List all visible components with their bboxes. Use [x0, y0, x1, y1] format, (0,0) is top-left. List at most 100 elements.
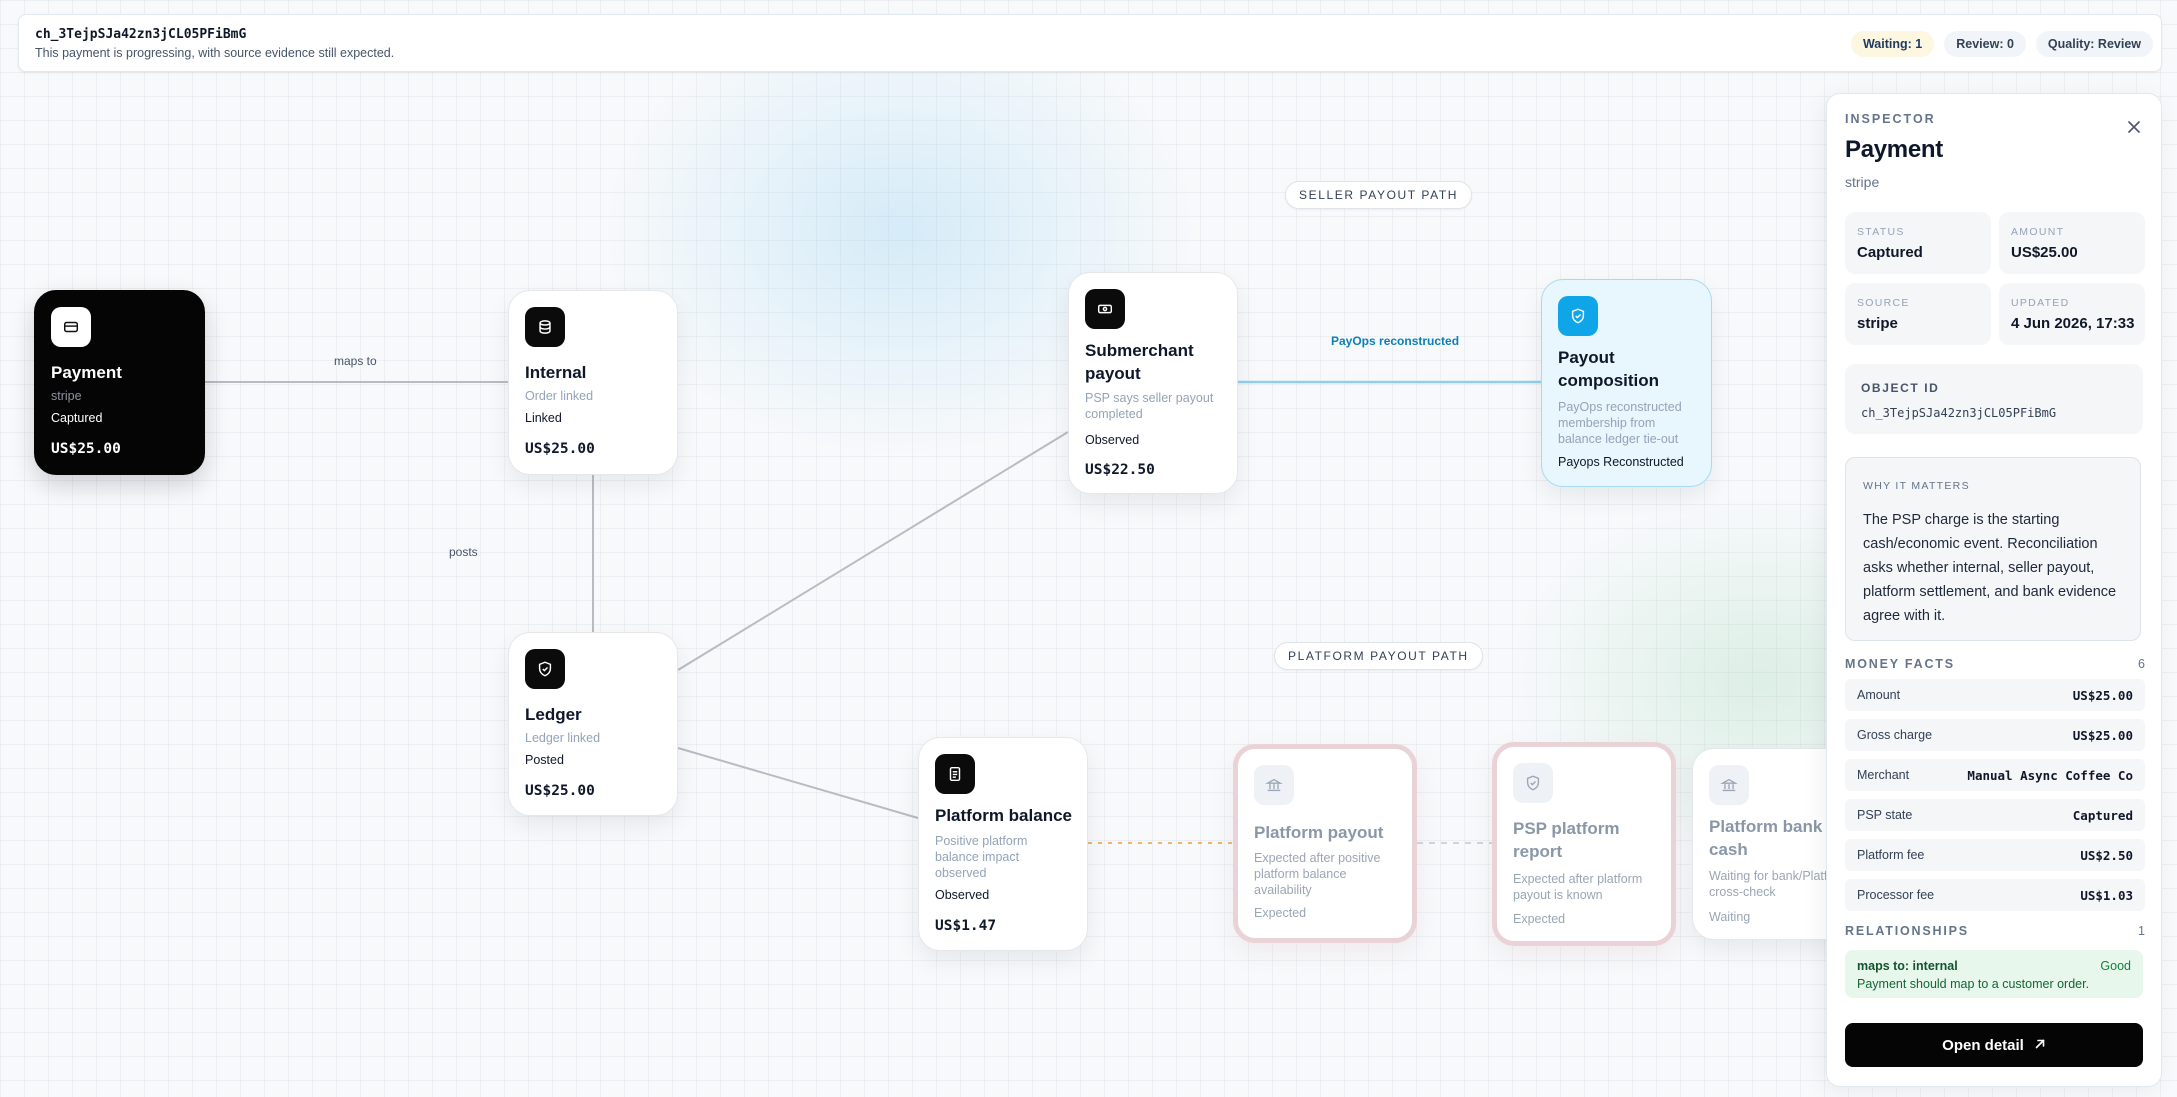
object-id-card: OBJECT ID ch_3TejpSJa42zn3jCL05PFiBmG — [1845, 364, 2143, 434]
node-title: Ledger — [525, 705, 582, 724]
node-subtitle: PayOps reconstructed membership from balan… — [1558, 400, 1682, 446]
close-icon[interactable] — [2123, 116, 2145, 138]
node-amount: US$22.50 — [1085, 462, 1155, 478]
shield-icon — [525, 649, 565, 689]
node-payout-composition[interactable]: Payout composition PayOps reconstructed me… — [1541, 279, 1712, 487]
shield-icon — [1513, 763, 1553, 803]
bank-icon — [1254, 765, 1294, 805]
node-subtitle: stripe — [51, 389, 82, 403]
node-title: Platform balance — [935, 806, 1072, 825]
money-row: Amount US$25.00 — [1845, 679, 2145, 711]
node-subtitle: Order linked — [525, 389, 594, 403]
node-subtitle: Expected after platform payout is known — [1513, 872, 1643, 902]
node-status: Observed — [1085, 433, 1140, 447]
payment-id: ch_3TejpSJa42zn3jCL05PFiBmG — [35, 27, 247, 42]
why-label: WHY IT MATTERS — [1863, 480, 1970, 492]
document-icon — [935, 754, 975, 794]
relationship-description: Payment should map to a customer order. — [1857, 977, 2090, 991]
edge-label-maps-to: maps to — [334, 354, 377, 368]
node-internal[interactable]: Internal Order linked Linked US$25.00 — [508, 290, 678, 475]
node-status: Linked — [525, 411, 562, 425]
money-row: Platform fee US$2.50 — [1845, 839, 2145, 871]
node-psp-platform-report[interactable]: PSP platform report Expected after platfo… — [1492, 742, 1676, 946]
relationship-status: Good — [2100, 959, 2131, 973]
why-it-matters-card: WHY IT MATTERS The PSP charge is the sta… — [1845, 457, 2141, 641]
node-status: Waiting — [1709, 910, 1751, 924]
node-submerchant-payout[interactable]: Submerchant payout PSP says seller payout… — [1068, 272, 1238, 494]
node-subtitle: Ledger linked — [525, 731, 601, 745]
node-title: Internal — [525, 363, 587, 382]
open-detail-button[interactable]: Open detail — [1845, 1023, 2143, 1067]
section-label: MONEY FACTS — [1845, 657, 1955, 671]
node-status: Observed — [935, 888, 990, 902]
edge-ledger-balance — [677, 747, 919, 819]
quality-badge[interactable]: Quality: Review — [2035, 31, 2153, 57]
money-label: Processor fee — [1857, 888, 1935, 902]
section-count: 6 — [2138, 657, 2145, 671]
summary-bar: ch_3TejpSJa42zn3jCL05PFiBmG This payment… — [18, 14, 2162, 72]
fact-updated: UPDATED 4 Jun 2026, 17:33 — [1999, 283, 2145, 345]
status-pills: Waiting: 1 Review: 0 Quality: Review — [1850, 31, 2153, 57]
node-platform-payout[interactable]: Platform payout Expected after positive p… — [1233, 744, 1417, 943]
money-label: Merchant — [1857, 768, 1910, 782]
fact-value: 4 Jun 2026, 17:33 — [2011, 315, 2135, 332]
fact-label: STATUS — [1857, 226, 1905, 238]
section-count: 1 — [2138, 924, 2145, 938]
edge-label-payops: PayOps reconstructed — [1331, 334, 1460, 348]
money-value: US$1.03 — [2080, 888, 2133, 903]
card-icon — [51, 307, 91, 347]
section-seller-payout-path: SELLER PAYOUT PATH — [1285, 181, 1473, 209]
object-id-value[interactable]: ch_3TejpSJa42zn3jCL05PFiBmG — [1861, 406, 2056, 420]
money-label: Amount — [1857, 688, 1901, 702]
node-subtitle: Positive platform balance impact observed — [935, 834, 1028, 880]
node-status: Payops Reconstructed — [1558, 455, 1684, 469]
money-row: PSP state Captured — [1845, 799, 2145, 831]
node-platform-balance[interactable]: Platform balance Positive platform balanc… — [918, 737, 1088, 951]
node-status: Expected — [1254, 906, 1307, 920]
fact-source: SOURCE stripe — [1845, 283, 1991, 345]
node-status: Expected — [1513, 912, 1566, 926]
waiting-badge[interactable]: Waiting: 1 — [1850, 31, 1935, 57]
node-amount: US$25.00 — [51, 441, 121, 457]
node-subtitle: Expected after positive platform balance a… — [1254, 851, 1381, 897]
money-value: Captured — [2072, 808, 2133, 823]
fact-label: SOURCE — [1857, 297, 1910, 309]
node-title: Platform bank cash — [1709, 817, 1823, 859]
section-platform-payout-path: PLATFORM PAYOUT PATH — [1274, 642, 1483, 670]
relationship-item[interactable]: maps to: internal Good Payment should ma… — [1845, 950, 2143, 998]
review-badge[interactable]: Review: 0 — [1944, 31, 2026, 57]
node-amount: US$25.00 — [525, 441, 595, 457]
section-label: RELATIONSHIPS — [1845, 924, 1969, 938]
money-value: US$25.00 — [2072, 728, 2133, 743]
node-amount: US$25.00 — [525, 783, 595, 799]
money-value: Manual Async Coffee Co — [1967, 768, 2133, 783]
node-payment[interactable]: Payment stripe Captured US$25.00 — [34, 290, 205, 475]
fact-label: UPDATED — [2011, 297, 2070, 309]
money-facts-header: MONEY FACTS 6 — [1845, 657, 2145, 673]
money-row: Merchant Manual Async Coffee Co — [1845, 759, 2145, 791]
money-label: PSP state — [1857, 808, 1913, 822]
arrow-up-right-icon — [2034, 1037, 2046, 1054]
node-title: Payout composition — [1558, 348, 1660, 390]
relationships-header: RELATIONSHIPS 1 — [1845, 924, 2145, 940]
fact-value: US$25.00 — [2011, 244, 2078, 261]
node-amount: US$1.47 — [935, 918, 997, 934]
node-ledger[interactable]: Ledger Ledger linked Posted US$25.00 — [508, 632, 678, 816]
money-value: US$25.00 — [2072, 688, 2133, 703]
node-subtitle: PSP says seller payout completed — [1085, 391, 1214, 421]
money-label: Gross charge — [1857, 728, 1933, 742]
node-title: Payment — [51, 363, 122, 382]
edge-label-posts: posts — [449, 545, 478, 559]
relationship-label: maps to: internal — [1857, 959, 1958, 973]
inspector-title: Payment — [1845, 136, 1943, 163]
object-id-label: OBJECT ID — [1861, 381, 1940, 395]
cash-icon — [1085, 289, 1125, 329]
fact-status: STATUS Captured — [1845, 212, 1991, 274]
inspector-subtitle: stripe — [1845, 174, 1880, 190]
node-status: Captured — [51, 411, 103, 425]
fact-label: AMOUNT — [2011, 226, 2065, 238]
inspector-kicker: INSPECTOR — [1845, 112, 1936, 126]
fact-amount: AMOUNT US$25.00 — [1999, 212, 2145, 274]
money-value: US$2.50 — [2080, 848, 2133, 863]
node-status: Posted — [525, 753, 564, 767]
